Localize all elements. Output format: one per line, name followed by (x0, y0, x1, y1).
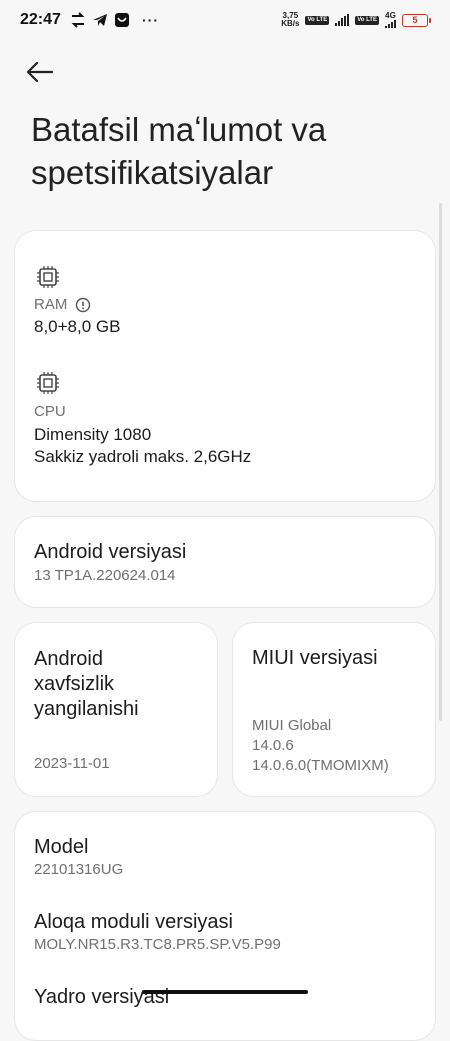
device-info-card: Model 22101316UG Aloqa moduli versiyasi … (14, 811, 436, 1041)
system-status-icons: 3,75 KB/s Vo LTE Vo LTE 4G 5 (281, 11, 431, 28)
signal-4g-icon: 4G (385, 12, 396, 28)
android-version-card[interactable]: Android versiyasi 13 TP1A.220624.014 (14, 516, 436, 608)
miui-version-line1: MIUI Global (252, 717, 332, 734)
security-patch-value: 2023-11-01 (34, 755, 110, 772)
miui-version-line3: 14.0.6.0(TMOMIXM) (252, 757, 389, 774)
status-time: 22:47 (20, 11, 61, 28)
status-bar: 22:47 ··· 3,75 KB/s Vo LTE Vo LTE 4G 5 (0, 0, 450, 42)
page-title: Batafsil maʻlumot va spetsifikatsiyalar (31, 111, 327, 191)
network-speed: 3,75 KB/s (281, 11, 300, 28)
hardware-card: RAM 8,0+8,0 GB CPU Dimensity 1080 Sakkiz… (14, 230, 436, 502)
cpu-value: Dimensity 1080 (34, 425, 152, 444)
miui-version-label: MIUI versiyasi (252, 647, 378, 669)
notification-icons: ··· (70, 12, 159, 28)
volte-badge: Vo LTE (305, 15, 330, 25)
baseband-label: Aloqa moduli versiyasi (34, 911, 233, 933)
battery-icon: 5 (402, 13, 431, 27)
scrollbar[interactable] (439, 203, 442, 721)
app-icon (115, 13, 129, 27)
android-version-label: Android versiyasi (34, 541, 187, 563)
back-arrow-icon (26, 61, 54, 83)
back-button[interactable] (26, 56, 62, 88)
signal-icon (335, 14, 350, 26)
ram-value: 8,0+8,0 GB (34, 317, 121, 336)
ram-label: RAM (34, 296, 68, 313)
ram-chip-icon (37, 266, 59, 288)
security-patch-label: Android xavfsizlik yangilanishi (34, 648, 139, 720)
info-icon[interactable] (75, 297, 91, 313)
security-patch-card: Android xavfsizlik yangilanishi 2023-11-… (14, 622, 218, 797)
android-version-value: 13 TP1A.220624.014 (34, 567, 176, 584)
more-dots-icon: ··· (142, 12, 159, 28)
telegram-icon (93, 14, 107, 26)
dual-arrow-icon (71, 12, 85, 28)
home-indicator[interactable] (142, 990, 308, 994)
model-value: 22101316UG (34, 861, 124, 878)
miui-version-line2: 14.0.6 (252, 737, 294, 754)
model-label: Model (34, 836, 89, 858)
cpu-label: CPU (34, 403, 66, 420)
cpu-chip-icon (37, 372, 59, 394)
volte-badge-2: Vo LTE (355, 15, 379, 25)
miui-version-card[interactable]: MIUI versiyasi MIUI Global 14.0.6 14.0.6… (232, 622, 436, 797)
baseband-value: MOLY.NR15.R3.TC8.PR5.SP.V5.P99 (34, 936, 281, 953)
cpu-detail: Sakkiz yadroli maks. 2,6GHz (34, 447, 252, 466)
ram-label-row: RAM (34, 296, 91, 313)
